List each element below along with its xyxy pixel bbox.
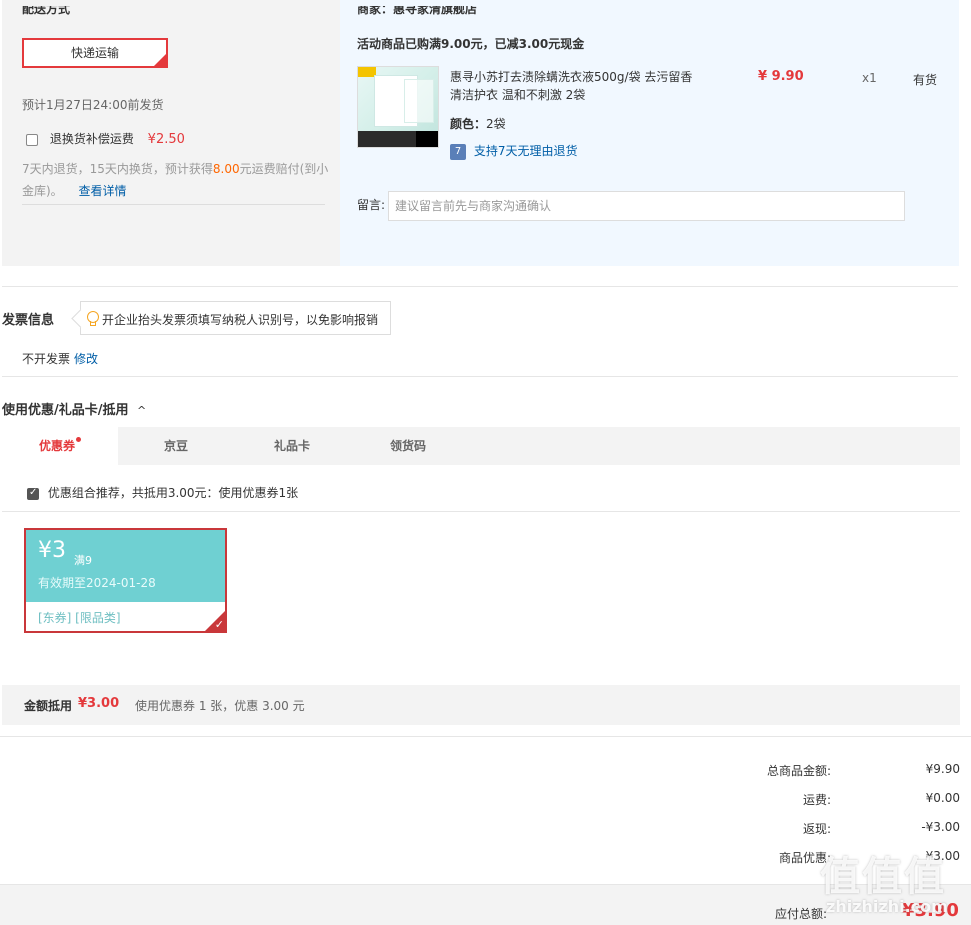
return-insurance-desc: 7天内退货，15天内换货，预计获得8.00元运费赔付(到小 金库)。 查看详情 bbox=[22, 158, 332, 202]
tab-coupon-label: 优惠券 bbox=[38, 439, 75, 453]
shipping-eta: 预计1月27日24:00前发货 bbox=[22, 98, 164, 112]
summary-cashback-value: -¥3.00 bbox=[921, 820, 960, 834]
summary-shipping-value: ¥0.00 bbox=[925, 791, 960, 805]
return-insurance-row: 退换货补偿运费 ¥2.50 bbox=[26, 130, 185, 147]
express-shipping-option[interactable]: 快递运输 bbox=[22, 38, 168, 68]
color-value: 2袋 bbox=[486, 117, 506, 131]
seller-name: 商家：惠寻家清旗舰店 bbox=[357, 6, 478, 16]
summary-total-goods-label: 总商品金额: bbox=[766, 764, 831, 778]
tab-coupon[interactable]: 优惠券 bbox=[2, 427, 118, 465]
note-label: 留言: bbox=[357, 198, 386, 212]
invoice-edit-link[interactable]: 修改 bbox=[74, 350, 98, 367]
summary-shipping-label: 运费: bbox=[802, 793, 831, 807]
return-insurance-checkbox[interactable] bbox=[26, 133, 38, 146]
lightbulb-icon bbox=[86, 311, 99, 326]
tab-redeem-code[interactable]: 领货码 bbox=[350, 427, 466, 465]
invoice-tip: 开企业抬头发票须填写纳税人识别号，以免影响报销 bbox=[80, 301, 391, 335]
note-input[interactable] bbox=[388, 191, 905, 221]
desc-suffix: 元运费赔付(到小 bbox=[239, 162, 329, 176]
desc-prefix: 7天内退货，15天内换货，预计获得 bbox=[22, 162, 213, 176]
product-name-line2: 清洁护衣 温和不刺激 2袋 bbox=[450, 88, 586, 102]
seven-day-return-icon: 7 bbox=[450, 143, 466, 160]
divider bbox=[2, 286, 958, 287]
summary-total-goods-value: ¥9.90 bbox=[925, 762, 960, 776]
return-policy: 7 支持7天无理由退货 bbox=[450, 142, 577, 160]
deduct-amount: ¥3.00 bbox=[78, 696, 120, 711]
recommend-text: 优惠组合推荐，共抵用3.00元：使用优惠券1张 bbox=[47, 486, 299, 500]
desc-line2: 金库)。 bbox=[22, 184, 63, 198]
product-stock: 有货 bbox=[913, 73, 938, 87]
recommend-checkbox[interactable] bbox=[27, 487, 39, 500]
divider bbox=[2, 511, 960, 512]
deduct-bar: 金额抵用 ¥3.00 使用优惠券 1 张，优惠 3.00 元 bbox=[2, 685, 960, 725]
invoice-value: 不开发票 bbox=[22, 352, 71, 366]
coupon-condition: 满9 bbox=[74, 554, 92, 567]
divider bbox=[0, 736, 971, 737]
color-label: 颜色： bbox=[450, 117, 487, 131]
coupon-card[interactable]: ¥3 满9 有效期至2024-01-28 [东券] [限品类] bbox=[24, 528, 227, 633]
desc-amount: 8.00 bbox=[212, 162, 240, 176]
product-image[interactable] bbox=[357, 66, 439, 148]
product-name[interactable]: 惠寻小苏打去渍除螨洗衣液500g/袋 去污留香 清洁护衣 温和不刺激 2袋 bbox=[450, 68, 700, 104]
promo-text: 活动商品已购满9.00元，已减3.00元现金 bbox=[357, 37, 585, 51]
new-dot-icon bbox=[76, 437, 81, 442]
product-name-line1: 惠寻小苏打去渍除螨洗衣液500g/袋 去污留香 bbox=[450, 70, 693, 84]
selected-check-icon bbox=[205, 611, 225, 631]
product-pack-image-2 bbox=[404, 79, 434, 123]
recommend-row: 优惠组合推荐，共抵用3.00元：使用优惠券1张 bbox=[27, 484, 298, 501]
selected-check-icon bbox=[154, 41, 167, 67]
return-insurance-price: ¥2.50 bbox=[147, 132, 185, 147]
product-image-badge bbox=[416, 131, 438, 147]
view-details-link[interactable]: 查看详情 bbox=[79, 184, 127, 198]
discount-tabs: 优惠券 京豆 礼品卡 领货码 bbox=[2, 427, 960, 465]
shipping-section-label: 配送方式 bbox=[22, 6, 71, 16]
deduct-desc: 使用优惠券 1 张，优惠 3.00 元 bbox=[135, 699, 305, 713]
coupon-tags: [东券] [限品类] bbox=[38, 611, 121, 625]
express-shipping-label: 快递运输 bbox=[70, 46, 119, 60]
tab-jingdou[interactable]: 京豆 bbox=[118, 427, 234, 465]
divider bbox=[2, 376, 958, 377]
return-insurance-label: 退换货补偿运费 bbox=[49, 132, 134, 146]
invoice-tip-text: 开企业抬头发票须填写纳税人识别号，以免影响报销 bbox=[102, 313, 379, 327]
product-color: 颜色：2袋 bbox=[450, 115, 506, 132]
discount-section-toggle[interactable]: 使用优惠/礼品卡/抵用 ^ bbox=[2, 399, 146, 418]
discount-title: 使用优惠/礼品卡/抵用 bbox=[2, 403, 129, 418]
coupon-amount: ¥3 bbox=[38, 538, 66, 563]
watermark-url: zhizhizhi.com bbox=[826, 897, 948, 916]
deduct-label: 金额抵用 bbox=[24, 699, 73, 713]
product-qty: x1 bbox=[862, 71, 877, 85]
chevron-up-icon: ^ bbox=[137, 404, 147, 417]
return-policy-text: 支持7天无理由退货 bbox=[473, 144, 578, 158]
coupon-valid-date: 有效期至2024-01-28 bbox=[38, 576, 156, 590]
total-label: 应付总额: bbox=[775, 907, 828, 921]
tab-gift-card[interactable]: 礼品卡 bbox=[234, 427, 350, 465]
watermark-logo: 值值值 bbox=[820, 854, 946, 900]
coupon-top: ¥3 满9 有效期至2024-01-28 bbox=[26, 530, 225, 602]
summary-cashback-label: 返现: bbox=[802, 822, 831, 836]
invoice-title: 发票信息 bbox=[2, 313, 55, 328]
divider bbox=[22, 204, 325, 205]
product-price: ¥ 9.90 bbox=[758, 69, 804, 84]
